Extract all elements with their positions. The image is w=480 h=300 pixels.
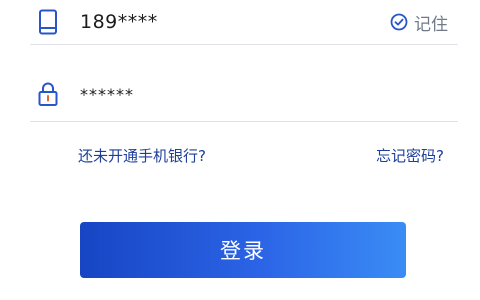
phone-icon [36,8,60,36]
lock-icon [36,80,60,108]
open-account-link[interactable]: 还未开通手机银行? [78,145,206,166]
phone-field[interactable]: 189**** [80,11,390,33]
password-row[interactable]: ****** [36,72,456,116]
forgot-password-link[interactable]: 忘记密码? [376,145,444,166]
password-field[interactable]: ****** [80,85,456,104]
link-row: 还未开通手机银行? 忘记密码? [78,145,444,166]
login-button[interactable]: 登录 [80,222,406,278]
check-circle-icon [390,13,408,31]
login-screen: 189**** 记住 ****** 还未开通手机银行? 忘记密码? 登录 [0,0,480,300]
phone-divider [30,44,458,45]
remember-label: 记住 [414,14,448,35]
phone-row[interactable]: 189**** 记住 [36,0,456,44]
remember-toggle[interactable]: 记住 [390,10,448,35]
password-divider [30,121,458,122]
